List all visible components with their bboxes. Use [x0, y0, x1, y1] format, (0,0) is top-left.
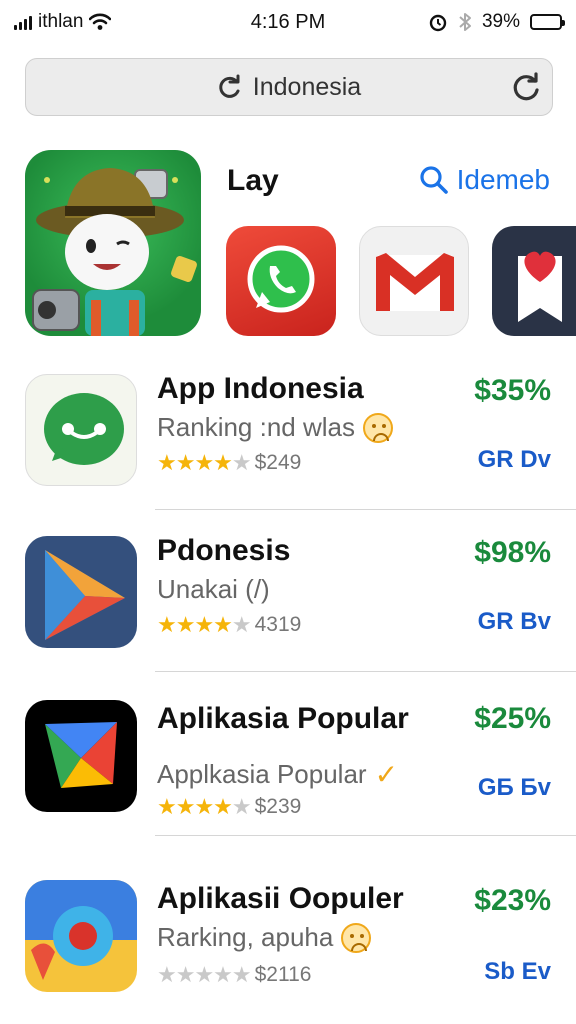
app-rating: ★★★★★ $249 [157, 450, 301, 476]
signal-icon [14, 14, 32, 30]
app-row-4[interactable]: Aplikasii Oopuler Rarking, apuha ★★★★★ $2… [0, 856, 576, 1016]
other-app-tile[interactable] [492, 226, 576, 336]
app-subtitle: Ranking :nd wlas [157, 412, 393, 443]
rating-text: $249 [254, 451, 302, 474]
app-price[interactable]: $35% [474, 374, 551, 408]
whatsapp-icon [247, 245, 315, 313]
search-link[interactable]: Idemeb [419, 164, 550, 196]
app-price[interactable]: $25% [474, 702, 551, 736]
app-name: App Indonesia [157, 372, 364, 405]
divider [155, 670, 576, 672]
rating-text: $2116 [254, 963, 312, 986]
app-price[interactable]: $98% [474, 536, 551, 570]
chat-bubble-icon [44, 393, 124, 465]
app-rating: ★★★★★ $239 [157, 794, 301, 820]
app-row-1[interactable]: App Indonesia Ranking :nd wlas ★★★★★ $249… [0, 350, 576, 510]
gmail-app-tile[interactable] [359, 226, 469, 336]
status-right: 39% [362, 11, 565, 33]
maps-app-icon [25, 880, 137, 992]
app-rating: ★★★★★ $2116 [157, 962, 311, 988]
app-price[interactable]: $23% [474, 884, 551, 918]
status-time: 4:16 PM [250, 10, 326, 33]
app-row-3[interactable]: Aplikasia Popular Applkasia Popular ✓ ★★★… [0, 676, 576, 836]
featured-app-icon[interactable] [25, 150, 201, 336]
sad-emoji-icon [341, 922, 372, 953]
play-app-icon [25, 536, 137, 648]
app-name: Pdonesis [157, 534, 291, 567]
app-action-button[interactable]: GБ Бv [478, 774, 551, 802]
app-row-2[interactable]: Pdonesis Unakai (/) ★★★★★ 4319 $98% GR Bv [0, 512, 576, 672]
search-icon [419, 166, 448, 194]
alarm-icon [429, 14, 447, 32]
carrier-name: ithlan [38, 11, 84, 32]
star-icon: ★★★★★ [157, 794, 252, 819]
search-bar[interactable]: Indonesia [25, 58, 553, 116]
star-icon: ★★★★★ [157, 450, 252, 475]
status-left: ithlan [14, 11, 214, 33]
search-query[interactable]: Indonesia [253, 73, 361, 102]
star-icon: ★★★★★ [157, 962, 252, 987]
sync-icon [219, 74, 240, 98]
gmail-icon [376, 253, 454, 311]
app-action-button[interactable]: GR Bv [478, 608, 551, 636]
featured-title: Lay [227, 164, 279, 197]
app-subtitle-text: Applkasia Popular [157, 759, 367, 789]
battery-icon [530, 14, 565, 30]
bluetooth-icon [459, 13, 471, 31]
bookmark-heart-icon [518, 251, 562, 322]
rating-text: $239 [254, 795, 302, 818]
app-subtitle: Unakai (/) [157, 574, 270, 605]
refresh-icon[interactable] [510, 71, 542, 103]
app-action-button[interactable]: Sb Ev [484, 958, 551, 986]
battery-percent: 39% [481, 11, 520, 32]
maps-icon [25, 880, 137, 980]
wifi-icon [89, 13, 112, 30]
app-subtitle-text: Ranking :nd wlas [157, 412, 355, 442]
chat-app-icon [25, 374, 137, 486]
sad-emoji-icon [363, 412, 393, 443]
app-subtitle-text: Rarking, apuha [157, 922, 334, 952]
star-icon: ★★★★★ [157, 612, 252, 637]
cross-logo-icon [45, 722, 117, 788]
rating-text: 4319 [254, 613, 302, 636]
search-link-label: Idemeb [456, 164, 550, 195]
app-subtitle: Applkasia Popular ✓ [157, 758, 398, 791]
mascot-illustration [32, 168, 197, 336]
app-rating: ★★★★★ 4319 [157, 612, 301, 638]
app-subtitle: Rarking, apuha [157, 922, 372, 953]
divider [155, 834, 576, 836]
app-name: Aplikasia Popular [157, 702, 409, 735]
whatsapp-app-tile[interactable] [226, 226, 336, 336]
check-icon: ✓ [374, 759, 399, 790]
app-subtitle-text: Unakai (/) [157, 574, 270, 604]
app-name: Aplikasii Oopuler [157, 882, 404, 915]
app-action-button[interactable]: GR Dv [478, 446, 551, 474]
divider [155, 508, 576, 510]
popular-app-icon [25, 700, 137, 812]
status-bar: ithlan 4:16 PM 39% [0, 0, 576, 44]
play-store-icon [45, 550, 125, 640]
